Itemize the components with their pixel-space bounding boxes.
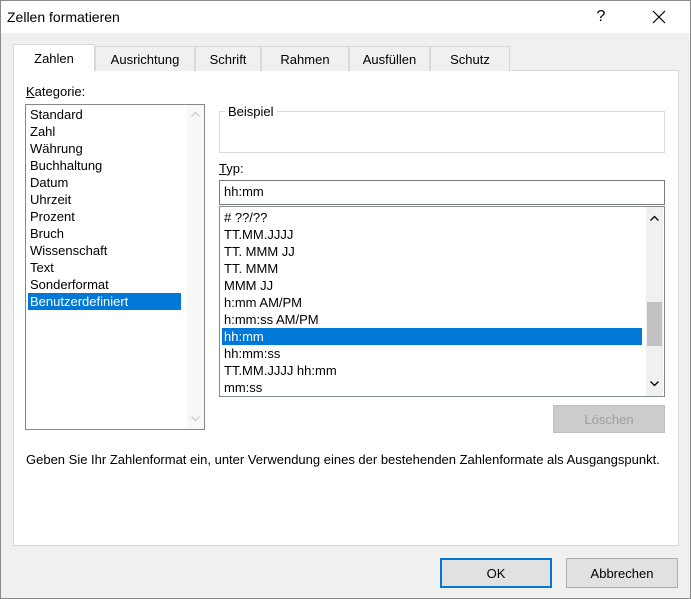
- tab-schrift[interactable]: Schrift: [195, 46, 261, 71]
- format-item[interactable]: MMM JJ: [222, 277, 642, 294]
- sample-groupbox: [219, 111, 665, 153]
- close-icon: [652, 10, 666, 24]
- category-item-text[interactable]: Text: [28, 259, 185, 276]
- hint-text: Geben Sie Ihr Zahlenformat ein, unter Ve…: [26, 452, 660, 467]
- category-item-buchhaltung[interactable]: Buchhaltung: [28, 157, 185, 174]
- window-title: Zellen formatieren: [7, 9, 120, 25]
- category-item-bruch[interactable]: Bruch: [28, 225, 185, 242]
- chevron-up-icon[interactable]: [646, 209, 663, 226]
- chevron-down-icon[interactable]: [646, 375, 663, 392]
- category-label: Kategorie:: [26, 84, 86, 99]
- category-item-zahl[interactable]: Zahl: [28, 123, 185, 140]
- format-listbox[interactable]: # ??/?? TT.MM.JJJJ TT. MMM JJ TT. MMM MM…: [219, 206, 665, 397]
- format-item[interactable]: # ??/??: [222, 209, 642, 226]
- chevron-up-icon[interactable]: [187, 105, 204, 122]
- format-item-selected[interactable]: hh:mm: [222, 328, 642, 345]
- tab-ausfuellen[interactable]: Ausfüllen: [349, 46, 430, 71]
- format-item[interactable]: TT.MM.JJJJ hh:mm: [222, 362, 642, 379]
- sample-group-title: Beispiel: [225, 104, 277, 119]
- category-item-sonderformat[interactable]: Sonderformat: [28, 276, 185, 293]
- format-item[interactable]: hh:mm:ss: [222, 345, 642, 362]
- format-item[interactable]: TT. MMM JJ: [222, 243, 642, 260]
- format-item[interactable]: TT.MM.JJJJ: [222, 226, 642, 243]
- category-listbox[interactable]: Standard Zahl Währung Buchhaltung Datum …: [25, 104, 205, 430]
- category-item-benutzerdefiniert[interactable]: Benutzerdefiniert: [28, 293, 181, 310]
- tab-schutz[interactable]: Schutz: [430, 46, 510, 71]
- format-item[interactable]: TT. MMM: [222, 260, 642, 277]
- category-item-standard[interactable]: Standard: [28, 106, 185, 123]
- format-item[interactable]: h:mm AM/PM: [222, 294, 642, 311]
- ok-button[interactable]: OK: [440, 558, 552, 588]
- format-scrollbar[interactable]: [646, 207, 663, 396]
- category-item-wissenschaft[interactable]: Wissenschaft: [28, 242, 185, 259]
- category-item-datum[interactable]: Datum: [28, 174, 185, 191]
- category-item-uhrzeit[interactable]: Uhrzeit: [28, 191, 185, 208]
- category-item-waehrung[interactable]: Währung: [28, 140, 185, 157]
- format-item[interactable]: mm:ss: [222, 379, 642, 396]
- tab-ausrichtung[interactable]: Ausrichtung: [95, 46, 195, 71]
- title-bar: Zellen formatieren ?: [1, 1, 690, 33]
- type-input[interactable]: hh:mm: [219, 180, 665, 205]
- format-item[interactable]: h:mm:ss AM/PM: [222, 311, 642, 328]
- help-button[interactable]: ?: [581, 5, 621, 29]
- chevron-down-icon[interactable]: [187, 410, 204, 427]
- category-item-prozent[interactable]: Prozent: [28, 208, 185, 225]
- tab-rahmen[interactable]: Rahmen: [261, 46, 349, 71]
- category-scrollbar[interactable]: [187, 105, 204, 429]
- type-label: Typ:: [219, 161, 244, 176]
- scrollbar-thumb[interactable]: [647, 302, 662, 346]
- tab-zahlen[interactable]: Zahlen: [13, 44, 95, 72]
- close-button[interactable]: [639, 5, 679, 29]
- cancel-button[interactable]: Abbrechen: [566, 558, 678, 588]
- format-cells-dialog: Zellen formatieren ? Zahlen Ausrichtung …: [0, 0, 691, 599]
- delete-button[interactable]: Löschen: [553, 405, 665, 433]
